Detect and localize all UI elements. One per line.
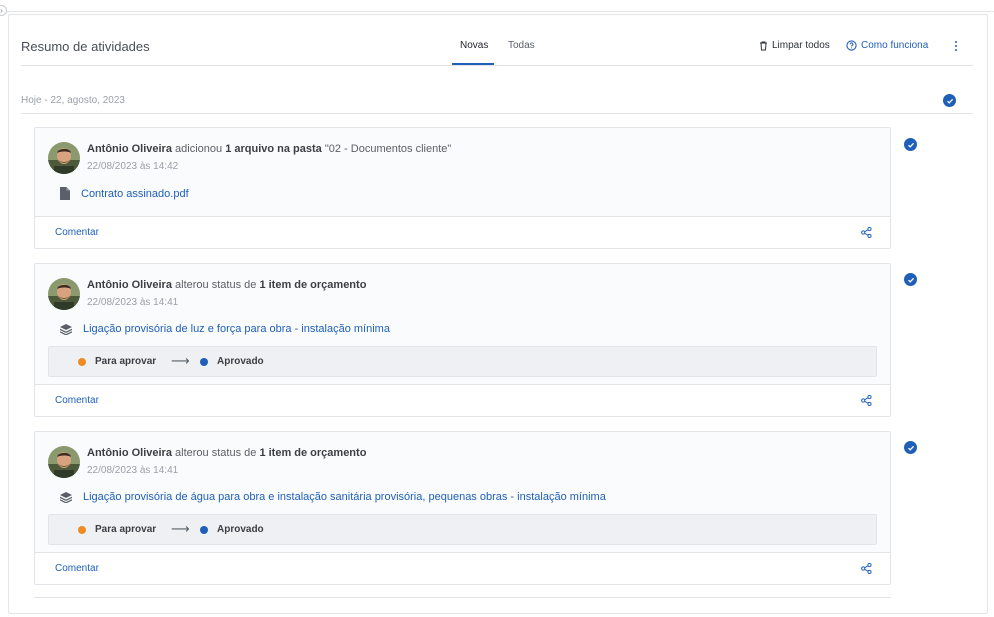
activity-verb: alterou status de	[175, 447, 257, 459]
share-icon[interactable]	[861, 227, 872, 238]
activity-card: Antônio Oliveira adicionou 1 arquivo na …	[34, 127, 891, 249]
status-from: Para aprovar	[78, 524, 156, 535]
more-options-icon[interactable]	[953, 41, 959, 53]
status-to: Aprovado	[200, 356, 264, 367]
activity-verb: adicionou	[175, 143, 223, 155]
status-to: Aprovado	[200, 524, 264, 535]
status-approved-dot-icon	[200, 525, 208, 534]
status-to-label: Aprovado	[217, 356, 264, 367]
tab-todas[interactable]: Todas	[508, 40, 535, 51]
activity-target: "02 - Documentos cliente"	[324, 143, 452, 155]
active-tab-indicator	[452, 63, 494, 65]
file-link[interactable]: Contrato assinado.pdf	[81, 188, 189, 200]
top-frame-edge	[0, 0, 994, 12]
mark-read-check-icon[interactable]	[904, 273, 917, 286]
status-pending-dot-icon	[78, 525, 86, 534]
activity-timestamp: 22/08/2023 às 14:41	[87, 297, 179, 308]
activity-timestamp: 22/08/2023 às 14:42	[87, 161, 179, 172]
how-it-works-button[interactable]: Como funciona	[846, 40, 928, 51]
status-from-label: Para aprovar	[95, 524, 157, 535]
date-group-header: Hoje - 22, agosto, 2023	[21, 67, 973, 114]
activity-item: Contrato assinado.pdf	[60, 187, 189, 200]
status-approved-dot-icon	[200, 357, 208, 366]
share-icon[interactable]	[861, 395, 872, 406]
status-to-label: Aprovado	[217, 524, 264, 535]
file-icon	[60, 187, 70, 200]
trash-icon	[760, 41, 767, 50]
card-footer: Comentar	[35, 552, 890, 584]
status-from: Para aprovar	[78, 356, 156, 367]
avatar	[48, 142, 80, 174]
status-from-label: Para aprovar	[95, 356, 157, 367]
arrow-right-icon: ⟶	[171, 521, 190, 536]
layers-icon	[60, 323, 72, 335]
help-circle-icon	[846, 40, 857, 51]
activity-item: Ligação provisória de água para obra e i…	[60, 491, 606, 503]
card-footer: Comentar	[35, 384, 890, 416]
mark-group-read-check-icon[interactable]	[943, 94, 956, 107]
activity-verb: alterou status de	[175, 279, 257, 291]
page-title: Resumo de atividades	[21, 39, 150, 54]
activity-timestamp: 22/08/2023 às 14:41	[87, 465, 179, 476]
activity-card-next-partial	[34, 597, 891, 617]
comment-button[interactable]: Comentar	[55, 563, 99, 574]
budget-item-link[interactable]: Ligação provisória de água para obra e i…	[83, 491, 606, 503]
date-group-label: Hoje - 22, agosto, 2023	[21, 95, 125, 106]
comment-button[interactable]: Comentar	[55, 395, 99, 406]
card-footer: Comentar	[35, 216, 890, 248]
activity-item: Ligação provisória de luz e força para o…	[60, 323, 390, 335]
how-it-works-label: Como funciona	[861, 40, 929, 51]
mark-read-check-icon[interactable]	[904, 441, 917, 454]
avatar	[48, 278, 80, 310]
budget-item-link[interactable]: Ligação provisória de luz e força para o…	[83, 323, 390, 335]
status-change-box: Para aprovar ⟶ Aprovado	[48, 514, 877, 545]
activity-object: 1 item de orçamento	[259, 279, 367, 291]
actor-name[interactable]: Antônio Oliveira	[87, 447, 172, 459]
activity-description: Antônio Oliveira adicionou 1 arquivo na …	[87, 143, 451, 155]
activity-description: Antônio Oliveira alterou status de 1 ite…	[87, 279, 366, 291]
arrow-right-icon: ⟶	[171, 353, 190, 368]
status-pending-dot-icon	[78, 357, 86, 366]
activity-description: Antônio Oliveira alterou status de 1 ite…	[87, 447, 366, 459]
actor-name[interactable]: Antônio Oliveira	[87, 279, 172, 291]
status-change-box: Para aprovar ⟶ Aprovado	[48, 346, 877, 377]
actor-name[interactable]: Antônio Oliveira	[87, 143, 172, 155]
share-icon[interactable]	[861, 563, 872, 574]
activity-summary-panel: Resumo de atividades Novas Todas Limpar …	[8, 14, 988, 614]
clear-all-label: Limpar todos	[772, 40, 830, 51]
activity-card: Antônio Oliveira alterou status de 1 ite…	[34, 263, 891, 417]
avatar	[48, 446, 80, 478]
activity-object: 1 item de orçamento	[259, 447, 367, 459]
tab-novas[interactable]: Novas	[460, 40, 488, 51]
panel-header: Resumo de atividades Novas Todas Limpar …	[21, 15, 973, 66]
layers-icon	[60, 491, 72, 503]
clear-all-button[interactable]: Limpar todos	[759, 40, 830, 51]
collapse-handle-icon[interactable]: ›	[0, 5, 7, 16]
activity-card: Antônio Oliveira alterou status de 1 ite…	[34, 431, 891, 585]
activity-object: 1 arquivo na pasta	[225, 143, 322, 155]
comment-button[interactable]: Comentar	[55, 227, 99, 238]
mark-read-check-icon[interactable]	[904, 138, 917, 151]
